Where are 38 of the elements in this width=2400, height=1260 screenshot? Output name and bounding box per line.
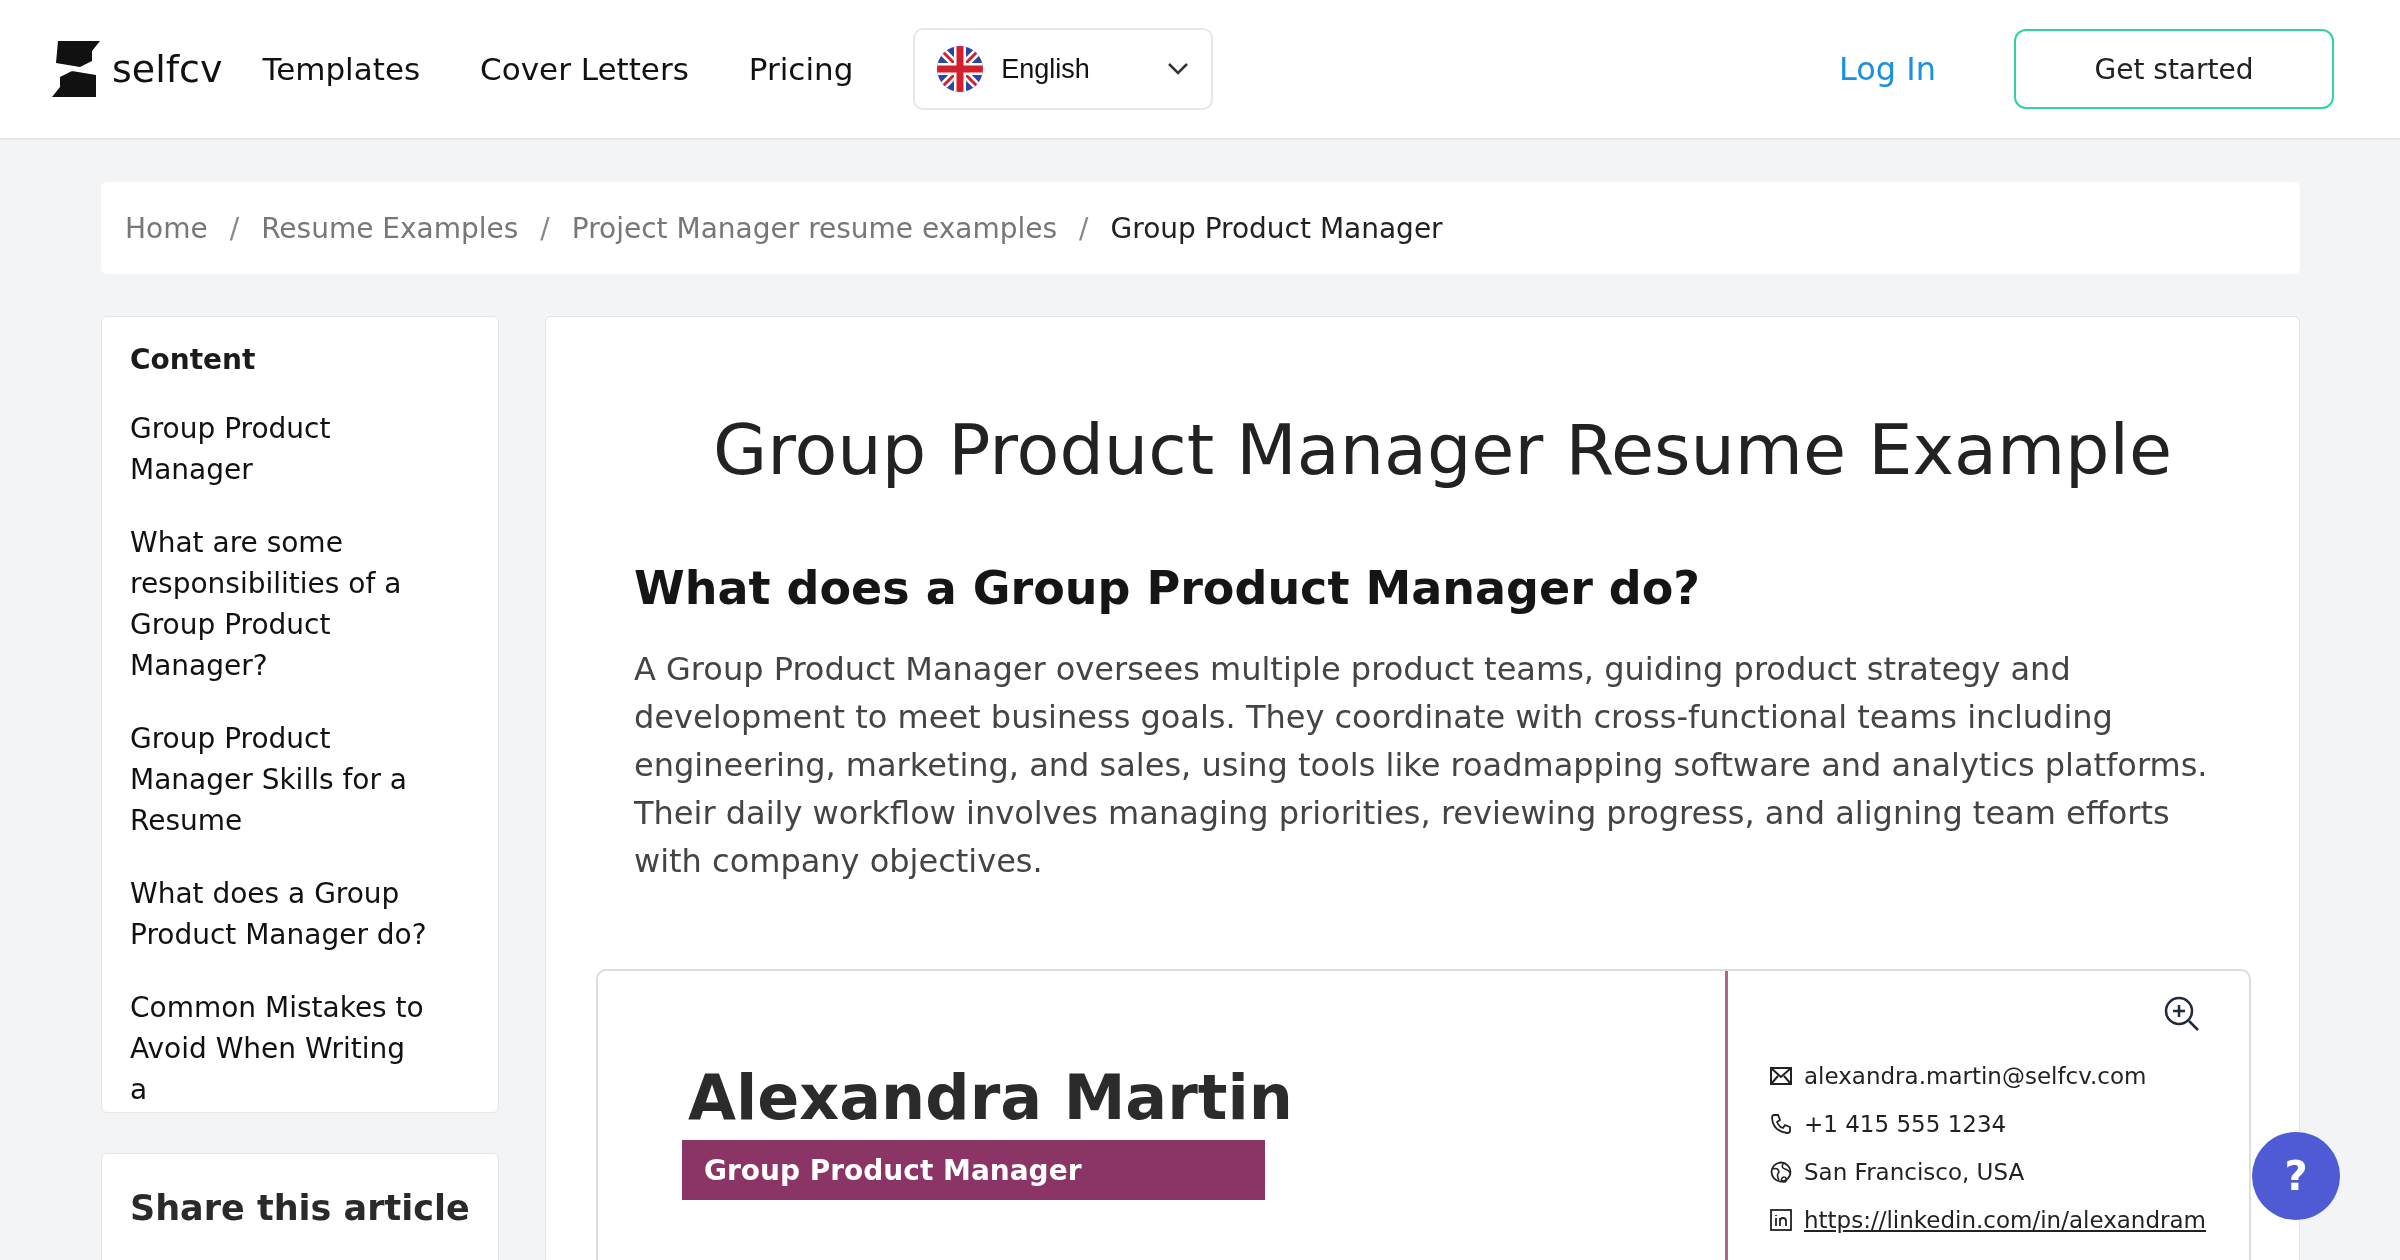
breadcrumb-separator: / bbox=[1079, 211, 1089, 245]
linkedin-icon bbox=[1770, 1209, 1792, 1231]
logo-text[interactable]: selfcv bbox=[112, 47, 223, 91]
breadcrumb-link[interactable]: Group Product Manager bbox=[1110, 211, 1443, 245]
nav-link[interactable]: Cover Letters bbox=[480, 51, 689, 87]
nav-link[interactable]: Pricing bbox=[748, 51, 854, 87]
toc-title: Content bbox=[130, 343, 257, 376]
article-title: Group Product Manager Resume Example bbox=[711, 409, 2174, 491]
contact-phone: +1 415 555 1234 bbox=[1804, 1111, 2007, 1137]
help-button[interactable]: ? bbox=[2252, 1132, 2340, 1220]
breadcrumb-link[interactable]: Project Manager resume examples bbox=[571, 211, 1058, 245]
toc-link[interactable]: Common Mistakes to Avoid When Writing a bbox=[130, 987, 430, 1110]
nav-link[interactable]: Templates bbox=[262, 51, 421, 87]
envelope-icon bbox=[1770, 1067, 1792, 1085]
globe-icon bbox=[1770, 1161, 1792, 1183]
get-started-button[interactable]: Get started bbox=[2014, 29, 2334, 109]
section-heading: What does a Group Product Manager do? bbox=[634, 561, 1702, 615]
toc-link[interactable]: Group Product Manager Skills for a Resume bbox=[130, 718, 430, 841]
contact-email: alexandra.martin@selfcv.com bbox=[1804, 1063, 2147, 1089]
toc-link[interactable]: What does a Group Product Manager do? bbox=[130, 873, 430, 955]
article-paragraph: A Group Product Manager oversees multiple product teams, guiding product strategy and development to meet business goals. They coordinate with cross-functional teams including engineering, marketing, and sales, using tools like roadmapping software and analytics platforms. Their daily workflow involves managing priorities, reviewing progress, and aligning team efforts with company objectives. bbox=[634, 649, 2209, 882]
flag-icon bbox=[937, 46, 984, 92]
language-dropdown[interactable]: English bbox=[913, 28, 1214, 110]
resume-name: Alexandra Martin bbox=[688, 1061, 1294, 1134]
breadcrumb-link[interactable]: Resume Examples bbox=[261, 211, 519, 245]
toc-link[interactable]: Group Product Manager bbox=[130, 408, 430, 490]
logo-icon bbox=[52, 41, 100, 97]
breadcrumb-separator: / bbox=[540, 211, 550, 245]
resume-role-banner: Group Product Manager bbox=[682, 1140, 1265, 1200]
phone-icon bbox=[1770, 1113, 1792, 1135]
toc-link[interactable]: What are some responsibilities of a Group Product Manager? bbox=[130, 522, 430, 686]
linkedin-link[interactable]: https://linkedin.com/in/alexandram bbox=[1804, 1207, 2206, 1233]
breadcrumb-separator: / bbox=[229, 211, 240, 245]
zoom-in-icon[interactable] bbox=[2163, 995, 2201, 1033]
breadcrumb-link[interactable]: Home bbox=[125, 211, 208, 245]
contact-location: San Francisco, USA bbox=[1804, 1159, 2025, 1185]
share-title: Share this article bbox=[130, 1187, 471, 1230]
chevron-down-icon bbox=[1167, 62, 1190, 76]
